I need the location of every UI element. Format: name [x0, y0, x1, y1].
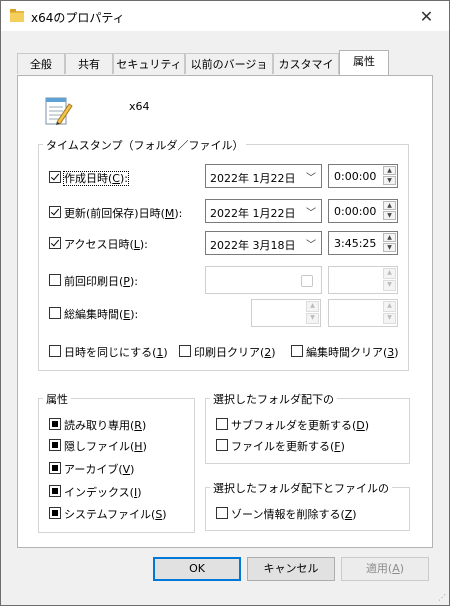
modified-checkbox[interactable] — [49, 206, 61, 218]
modified-date-picker[interactable]: 2022年 1月22日 ﹀ — [205, 199, 322, 223]
tab-attributes[interactable]: 属性 — [339, 50, 389, 75]
close-button[interactable]: ✕ — [404, 1, 449, 31]
apply-button[interactable]: 適用(A) — [341, 557, 429, 581]
resize-grip-icon[interactable]: ⋰ — [438, 593, 446, 602]
readonly-label: 読み取り専用(R) — [64, 419, 147, 432]
readonly-checkbox[interactable] — [49, 418, 61, 430]
properties-window: x64のプロパティ ✕ 全般 共有 セキュリティ 以前のバージョン カスタマイズ… — [0, 0, 450, 606]
ok-button[interactable]: OK — [153, 557, 241, 581]
printed-label: 前回印刷日(P): — [64, 275, 138, 288]
tab-previous-versions[interactable]: 以前のバージョン — [185, 53, 273, 92]
hidden-checkbox[interactable] — [49, 439, 61, 451]
title-bar: x64のプロパティ ✕ — [1, 1, 449, 31]
same-datetime-checkbox[interactable] — [49, 345, 61, 357]
chevron-down-icon: ﹀ — [306, 240, 316, 251]
printed-time-field[interactable]: ▲ ▼ — [328, 266, 398, 294]
attributes-group-label: 属性 — [43, 391, 71, 407]
spin-buttons[interactable]: ▲ ▼ — [383, 268, 396, 292]
update-files-label: ファイルを更新する(F) — [231, 440, 345, 453]
spin-buttons[interactable]: ▲ ▼ — [383, 301, 396, 325]
archive-checkbox[interactable] — [49, 462, 61, 474]
spin-buttons[interactable]: ▲ ▼ — [383, 233, 396, 253]
accessed-time-field[interactable]: 3:45:25 ▲ ▼ — [328, 231, 398, 255]
folder-contents-group-label: 選択したフォルダ配下の — [210, 391, 337, 407]
zone-info-group-label: 選択したフォルダ配下とファイルの — [210, 480, 392, 496]
chevron-down-icon: ﹀ — [306, 208, 316, 219]
created-checkbox[interactable] — [49, 171, 61, 183]
system-checkbox[interactable] — [49, 507, 61, 519]
accessed-label: アクセス日時(L): — [64, 238, 148, 251]
edit-time-field[interactable]: ▲ ▼ — [328, 299, 398, 327]
accessed-checkbox[interactable] — [49, 237, 61, 249]
clear-edit-time-checkbox[interactable] — [291, 345, 303, 357]
update-subfolders-label: サブフォルダを更新する(D) — [231, 419, 370, 432]
spin-buttons[interactable]: ▲ ▼ — [383, 201, 396, 221]
system-label: システムファイル(S) — [64, 508, 167, 521]
index-checkbox[interactable] — [49, 485, 61, 497]
created-date-picker[interactable]: 2022年 1月22日 ﹀ — [205, 164, 322, 188]
file-name: x64 — [129, 100, 150, 113]
index-label: インデックス(I) — [64, 486, 142, 499]
modified-time-field[interactable]: 0:00:00 ▲ ▼ — [328, 199, 398, 223]
timestamp-group-label: タイムスタンプ（フォルダ／ファイル） — [43, 137, 247, 153]
cancel-button[interactable]: キャンセル — [247, 557, 335, 581]
edit-time-label: 総編集時間(E): — [64, 308, 139, 321]
tab-general[interactable]: 全般 — [17, 53, 65, 74]
printed-checkbox[interactable] — [49, 274, 61, 286]
update-subfolders-checkbox[interactable] — [216, 418, 228, 430]
printed-date-picker[interactable] — [205, 266, 322, 294]
created-time-field[interactable]: 0:00:00 ▲ ▼ — [328, 164, 398, 188]
notepad-file-icon — [45, 97, 73, 125]
clear-edit-time-label: 編集時間クリア(3) — [306, 346, 399, 359]
tab-customize[interactable]: カスタマイズ — [273, 53, 339, 92]
created-label: 作成日時(C): — [63, 171, 129, 186]
tab-security[interactable]: セキュリティ — [113, 53, 185, 74]
edit-time-checkbox[interactable] — [49, 307, 61, 319]
window-title: x64のプロパティ — [31, 11, 125, 25]
remove-zone-label: ゾーン情報を削除する(Z) — [231, 508, 357, 521]
modified-label: 更新(前回保存)日時(M): — [64, 207, 183, 220]
archive-label: アーカイブ(V) — [64, 463, 135, 476]
remove-zone-checkbox[interactable] — [216, 507, 228, 519]
clear-print-date-checkbox[interactable] — [179, 345, 191, 357]
hidden-label: 隠しファイル(H) — [64, 440, 147, 453]
clear-print-date-label: 印刷日クリア(2) — [194, 346, 276, 359]
tab-sharing[interactable]: 共有 — [65, 53, 113, 74]
same-datetime-label: 日時を同じにする(1) — [64, 346, 168, 359]
checkbox-icon — [301, 275, 313, 287]
tab-strip: 全般 共有 セキュリティ 以前のバージョン カスタマイズ 属性 — [17, 50, 437, 92]
spin-buttons[interactable]: ▲ ▼ — [383, 166, 396, 186]
update-files-checkbox[interactable] — [216, 439, 228, 451]
folder-icon — [10, 9, 24, 22]
accessed-date-picker[interactable]: 2022年 3月18日 ﹀ — [205, 231, 322, 255]
spin-buttons[interactable]: ▲ ▼ — [306, 301, 319, 325]
chevron-down-icon: ﹀ — [306, 173, 316, 184]
edit-days-field[interactable]: ▲ ▼ — [251, 299, 321, 327]
